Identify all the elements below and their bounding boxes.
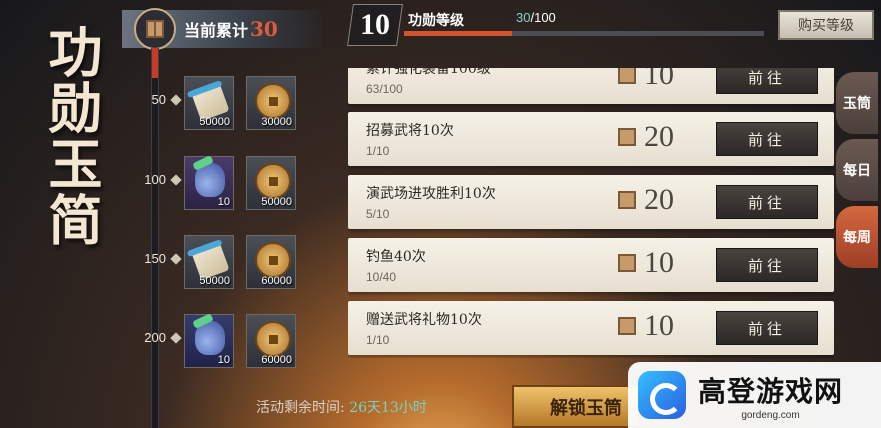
reward-qty: 30000: [261, 116, 292, 128]
milestone-marker: [170, 94, 182, 106]
task-row: 招募武将10次 1/10 20 前往: [348, 112, 834, 166]
milestone-value: 50: [151, 92, 166, 107]
reward-slot[interactable]: 30000: [246, 76, 296, 130]
remaining-value: 26天13小时: [349, 400, 427, 416]
tab-daily[interactable]: 每日: [836, 139, 878, 201]
go-button[interactable]: 前往: [716, 248, 818, 282]
reward-slot[interactable]: 60000: [246, 314, 296, 368]
site-logo-icon: [638, 371, 686, 419]
task-name: 招募武将10次: [366, 123, 454, 139]
task-name: 赠送武将礼物10次: [366, 312, 482, 328]
milestone-marker: [170, 332, 182, 344]
task-progress: 5/10: [366, 207, 390, 221]
milestone: 200 10 60000: [130, 308, 320, 368]
go-button[interactable]: 前往: [716, 185, 818, 219]
reward-qty: 50000: [261, 196, 292, 208]
reward-qty: 50000: [199, 116, 230, 128]
bag-icon: [195, 163, 225, 197]
watermark-url: gordeng.com: [741, 409, 800, 421]
milestone-marker: [170, 174, 182, 186]
watermark-title: 高登游戏网: [698, 374, 844, 408]
milestone-value: 100: [144, 172, 166, 187]
merit-box-icon: [618, 128, 636, 146]
tab-yutong[interactable]: 玉筒: [836, 72, 878, 134]
task-points: 10: [644, 246, 674, 279]
task-points: 10: [644, 309, 674, 342]
go-button[interactable]: 前往: [716, 68, 818, 94]
milestone: 50 50000 30000: [130, 70, 320, 130]
task-points: 20: [644, 120, 674, 153]
coin-icon: [255, 83, 291, 119]
level-current: 30: [516, 10, 531, 25]
task-name: 钓鱼40次: [366, 249, 426, 265]
task-row: 累计强化装备100级 63/100 10 前往: [348, 68, 834, 104]
level-max: 100: [534, 10, 556, 25]
task-points: 10: [644, 68, 674, 91]
reward-slot[interactable]: 10: [184, 156, 234, 210]
accumulated-value: 30: [250, 17, 278, 41]
accumulated-label: 当前累计: [184, 21, 249, 40]
level-progress-bar: [404, 31, 764, 36]
task-row: 钓鱼40次 10/40 10 前往: [348, 238, 834, 292]
task-row: 赠送武将礼物10次 1/10 10 前往: [348, 301, 834, 355]
coin-icon: [255, 242, 291, 278]
bag-icon: [195, 321, 225, 355]
merit-box-icon: [618, 317, 636, 335]
level-label: 功勋等级: [408, 13, 464, 29]
buy-level-button[interactable]: 购买等级: [778, 10, 874, 40]
page-title: 功勋玉简: [39, 24, 103, 248]
task-list[interactable]: 累计强化装备100级 63/100 10 前往 招募武将10次 1/10 20 …: [348, 68, 834, 358]
task-progress: 1/10: [366, 144, 390, 158]
task-points: 20: [644, 183, 674, 216]
watermark: 高登游戏网 gordeng.com: [628, 362, 881, 428]
tab-weekly[interactable]: 每周: [836, 206, 878, 268]
reward-qty: 60000: [261, 354, 292, 366]
remaining-label: 活动剩余时间:: [256, 400, 345, 416]
coin-icon: [255, 321, 291, 357]
merit-box-icon: [618, 191, 636, 209]
reward-qty: 10: [217, 196, 230, 208]
go-button[interactable]: 前往: [716, 311, 818, 345]
milestone-marker: [170, 253, 182, 265]
reward-qty: 10: [217, 354, 230, 366]
task-progress: 10/40: [366, 270, 397, 284]
level-progress-text: 30/100: [516, 10, 556, 25]
task-progress: 1/10: [366, 333, 390, 347]
reward-slot[interactable]: 60000: [246, 235, 296, 289]
task-name: 累计强化装备100级: [366, 68, 491, 77]
unlock-button[interactable]: 解锁玉筒: [512, 385, 640, 428]
reward-slot[interactable]: 10: [184, 314, 234, 368]
merit-box-icon: [618, 68, 636, 84]
go-button[interactable]: 前往: [716, 122, 818, 156]
remaining-time: 活动剩余时间: 26天13小时: [256, 397, 427, 417]
merit-box-icon: [618, 254, 636, 272]
level-value: 10: [360, 8, 390, 41]
merit-box-icon: [134, 8, 176, 50]
reward-slot[interactable]: 50000: [184, 235, 234, 289]
reward-slot[interactable]: 50000: [184, 76, 234, 130]
milestone-value: 200: [144, 330, 166, 345]
milestone: 100 10 50000: [130, 150, 320, 210]
task-progress: 63/100: [366, 82, 403, 96]
milestone-value: 150: [144, 251, 166, 266]
task-name: 演武场进攻胜利10次: [366, 186, 496, 202]
coin-icon: [255, 163, 291, 199]
accumulated-panel: 当前累计 30: [122, 8, 322, 50]
task-row: 演武场进攻胜利10次 5/10 20 前往: [348, 175, 834, 229]
reward-qty: 60000: [261, 275, 292, 287]
reward-slot[interactable]: 50000: [246, 156, 296, 210]
reward-qty: 50000: [199, 275, 230, 287]
milestone: 150 50000 60000: [130, 229, 320, 289]
level-progress-fill: [404, 31, 512, 36]
